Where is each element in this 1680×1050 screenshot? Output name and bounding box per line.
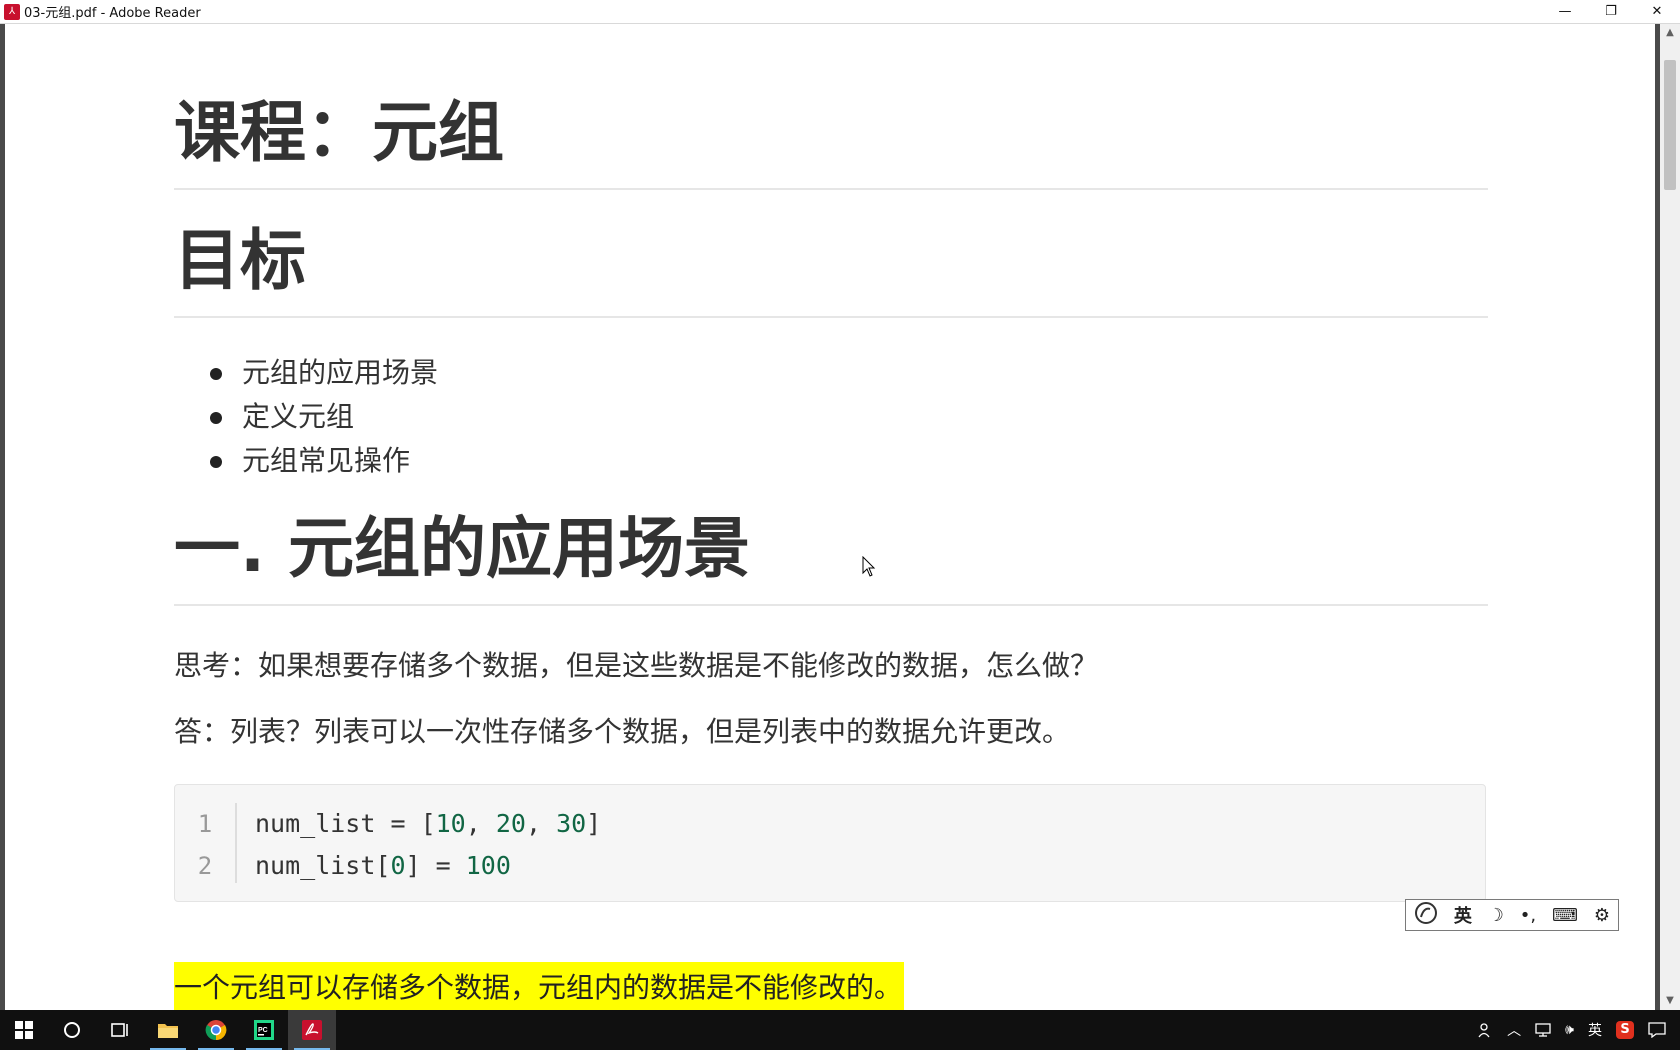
pdf-icon: ⅄	[4, 3, 20, 20]
close-button[interactable]: ✕	[1634, 0, 1680, 23]
gear-icon[interactable]: ⚙	[1594, 905, 1610, 926]
search-circle-icon[interactable]	[48, 1010, 96, 1050]
code-token: ,	[465, 809, 496, 838]
answer-paragraph: 答：列表？列表可以一次性存储多个数据，但是列表中的数据允许更改。	[174, 715, 1071, 748]
windows-start-icon[interactable]	[0, 1010, 48, 1050]
window-controls: — ❐ ✕	[1542, 0, 1680, 23]
code-number: 100	[465, 851, 511, 880]
scrollbar-thumb[interactable]	[1664, 60, 1676, 190]
line-number: 1	[197, 810, 213, 838]
code-number: 30	[556, 809, 587, 838]
code-line: num_list[0] = 100	[255, 845, 601, 887]
scroll-up-icon[interactable]: ▲	[1660, 24, 1680, 42]
code-token: ,	[525, 809, 557, 838]
task-view-icon[interactable]	[96, 1010, 144, 1050]
minimize-button[interactable]: —	[1542, 0, 1588, 23]
code-token: ]	[586, 809, 602, 838]
volume-icon[interactable]: 🕪	[1565, 1022, 1574, 1038]
ime-mode-label[interactable]: 英	[1454, 902, 1472, 928]
code-block: 1 2 num_list = [10, 20, 30] num_list[0] …	[174, 784, 1486, 902]
chrome-icon[interactable]	[192, 1010, 240, 1050]
mouse-pointer-icon	[862, 556, 876, 577]
goal-heading: 目标	[174, 228, 1488, 318]
keyboard-icon[interactable]: ⌨	[1552, 905, 1578, 926]
tray-ime-label: S	[1616, 1021, 1634, 1039]
adobe-reader-icon[interactable]	[288, 1010, 336, 1050]
line-number-gutter: 1 2	[175, 803, 237, 883]
window-title: 03-元组.pdf - Adobe Reader	[24, 6, 201, 21]
notification-icon[interactable]	[1648, 1022, 1666, 1038]
punctuation-icon[interactable]: •,	[1520, 905, 1536, 926]
network-icon[interactable]	[1535, 1023, 1551, 1037]
document-viewport[interactable]: 课程：元组 目标 元组的应用场景 定义元组 元组常见操作 一. 元组的应用场景 …	[0, 24, 1660, 1010]
file-explorer-icon[interactable]	[144, 1010, 192, 1050]
ime-toolbar[interactable]: 英 ☽ •, ⌨ ⚙	[1405, 899, 1619, 931]
code-line: num_list = [10, 20, 30]	[255, 803, 601, 845]
scroll-down-icon[interactable]: ▼	[1660, 992, 1680, 1010]
course-heading: 课程：元组	[174, 100, 1488, 190]
taskbar: PC ︿ 🕪 英 S	[0, 1010, 1680, 1050]
people-icon[interactable]	[1477, 1022, 1493, 1038]
list-item: 元组常见操作	[210, 439, 438, 483]
question-paragraph: 思考：如果想要存储多个数据，但是这些数据是不能修改的数据，怎么做？	[174, 649, 1099, 682]
vertical-scrollbar[interactable]: ▲ ▼	[1660, 24, 1680, 1010]
goal-list: 元组的应用场景 定义元组 元组常见操作	[210, 351, 438, 483]
pycharm-icon[interactable]: PC	[240, 1010, 288, 1050]
section-heading: 一. 元组的应用场景	[174, 516, 1488, 606]
code-number: 10	[435, 809, 466, 838]
code-number: 20	[495, 809, 526, 838]
code-token: num_list = [	[255, 809, 436, 838]
restore-button[interactable]: ❐	[1588, 0, 1634, 23]
page-edge-left	[0, 24, 5, 1010]
highlighted-paragraph: 一个元组可以存储多个数据，元组内的数据是不能修改的。	[174, 962, 905, 1010]
moon-icon[interactable]: ☽	[1488, 905, 1504, 926]
svg-text:PC: PC	[258, 1027, 268, 1034]
line-number: 2	[197, 852, 213, 880]
system-tray: ︿ 🕪 英 S	[1470, 1010, 1680, 1050]
window-titlebar: ⅄ 03-元组.pdf - Adobe Reader — ❐ ✕	[0, 0, 1680, 24]
code-lines: num_list = [10, 20, 30] num_list[0] = 10…	[255, 803, 601, 887]
code-token: ] =	[405, 851, 466, 880]
chevron-up-icon[interactable]: ︿	[1507, 1020, 1521, 1040]
sogou-ime-icon[interactable]: S	[1616, 1021, 1634, 1039]
code-number: 0	[390, 851, 406, 880]
sogou-logo-icon[interactable]	[1414, 901, 1438, 930]
list-item: 元组的应用场景	[210, 351, 438, 395]
list-item: 定义元组	[210, 395, 438, 439]
code-token: num_list[	[255, 851, 391, 880]
tray-language[interactable]: 英	[1588, 1020, 1602, 1040]
